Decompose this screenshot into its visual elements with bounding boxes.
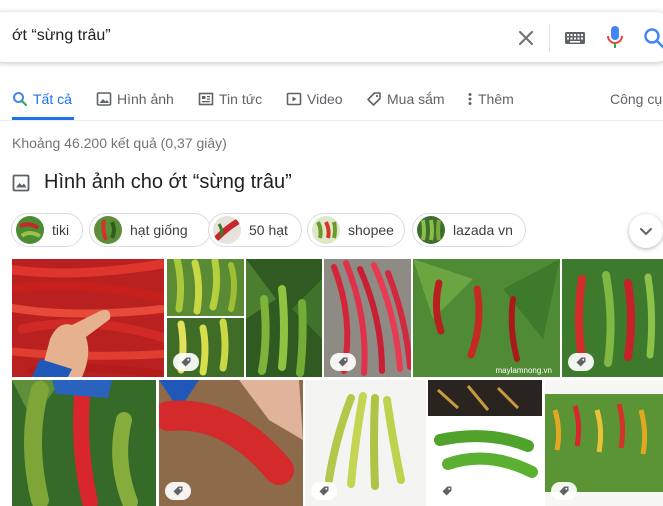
tab-label: Tin tức [219, 91, 263, 107]
news-icon [198, 92, 214, 106]
image-result[interactable] [12, 380, 156, 506]
chip-50-hat[interactable]: 50 hạt [208, 213, 302, 247]
microphone-icon[interactable] [604, 24, 626, 57]
tools-button[interactable]: Công cụ [610, 91, 662, 107]
chevron-down-icon [640, 228, 652, 236]
tag-icon [367, 92, 381, 106]
tab-video[interactable]: Video [286, 91, 343, 107]
shopping-tag-icon [551, 482, 577, 500]
chip-thumbnail [94, 216, 122, 244]
image-result[interactable]: maylamnong.vn [413, 259, 560, 377]
image-result[interactable] [545, 380, 663, 506]
chip-label: tiki [52, 222, 70, 238]
search-icon [13, 92, 28, 107]
image-icon [96, 92, 112, 106]
tab-more[interactable]: Thêm [467, 91, 514, 107]
shopping-tag-icon [173, 353, 199, 371]
result-stats: Khoảng 46.200 kết quả (0,37 giây) [12, 135, 227, 151]
image-result[interactable] [305, 380, 426, 506]
tab-label: Video [307, 91, 343, 107]
tab-label: Thêm [478, 91, 514, 107]
chip-label: shopee [348, 222, 394, 238]
tab-news[interactable]: Tin tức [198, 91, 262, 107]
search-divider [549, 24, 550, 52]
search-icon[interactable] [642, 26, 663, 55]
chip-lazada-vn[interactable]: lazada vn [412, 213, 526, 247]
image-result[interactable] [159, 380, 303, 506]
active-tab-indicator [12, 117, 74, 120]
image-result[interactable] [12, 259, 164, 377]
images-heading-text: Hình ảnh cho ớt “sừng trâu” [44, 171, 292, 193]
tab-label: Mua sắm [387, 91, 445, 107]
chip-tiki[interactable]: tiki [11, 213, 83, 247]
chip-hat-giong[interactable]: hạt giống [89, 213, 211, 247]
tab-images[interactable]: Hình ảnh [96, 91, 174, 107]
tab-shopping[interactable]: Mua sắm [366, 91, 445, 107]
tab-all[interactable]: Tất cả [12, 91, 72, 107]
image-icon [12, 174, 30, 191]
image-result[interactable] [428, 380, 542, 506]
keyboard-icon[interactable] [564, 30, 586, 51]
shopping-tag-icon [568, 353, 594, 371]
image-watermark: maylamnong.vn [495, 366, 552, 375]
shopping-tag-icon [311, 482, 337, 500]
clear-icon[interactable] [514, 26, 538, 50]
play-icon [286, 92, 302, 106]
more-vert-icon [468, 93, 472, 105]
images-heading[interactable]: Hình ảnh cho ớt “sừng trâu” [12, 171, 292, 194]
chip-shopee[interactable]: shopee [307, 213, 405, 247]
chip-thumbnail [213, 216, 241, 244]
shopping-tag-icon [165, 482, 191, 500]
search-input[interactable]: ớt “sừng trâu” [12, 27, 111, 45]
tools-label: Công cụ [610, 91, 663, 107]
chip-label: lazada vn [453, 222, 513, 238]
image-result[interactable] [562, 259, 663, 377]
chip-thumbnail [16, 216, 44, 244]
image-result[interactable] [324, 259, 411, 377]
image-result[interactable] [167, 259, 244, 316]
image-result[interactable] [246, 259, 322, 377]
tab-label: Tất cả [33, 91, 72, 107]
search-tabs: Tất cả Hình ảnh Tin tức Video Mua sắm Th… [0, 84, 663, 121]
shopping-tag-icon [434, 482, 460, 500]
chip-label: 50 hạt [249, 222, 288, 238]
chip-label: hạt giống [130, 222, 188, 238]
shopping-tag-icon [330, 353, 356, 371]
image-result[interactable] [167, 318, 244, 377]
chips-next-button[interactable] [629, 214, 663, 248]
tab-label: Hình ảnh [117, 91, 174, 107]
chip-thumbnail [417, 216, 445, 244]
chip-thumbnail [312, 216, 340, 244]
